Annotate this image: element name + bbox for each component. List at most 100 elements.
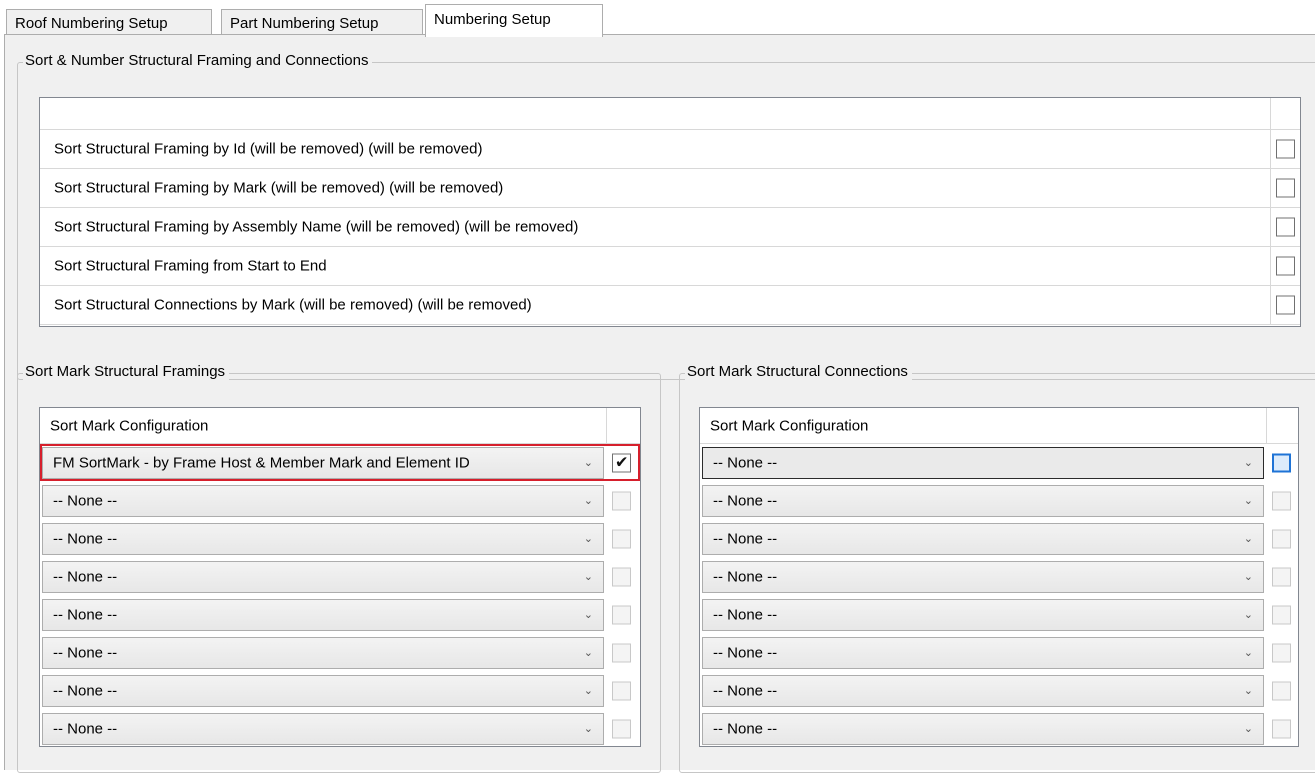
sort-number-grid: Sort Structural Framing by Id (will be r… [39, 97, 1301, 327]
column-separator [1270, 208, 1271, 246]
chevron-down-icon[interactable]: ⌄ [1244, 646, 1253, 659]
framing-dropdown-value: -- None -- [53, 568, 118, 586]
framing-sort-mark-dropdown[interactable]: -- None -- ⌄ [42, 523, 604, 555]
connection-sort-mark-dropdown[interactable]: -- None -- ⌄ [702, 561, 1264, 593]
framing-row: -- None -- ⌄ [40, 672, 640, 710]
framing-row: FM SortMark - by Frame Host & Member Mar… [40, 444, 640, 482]
sort-option-row: Sort Structural Framing by Assembly Name… [40, 208, 1300, 247]
connection-row: -- None -- ⌄ [700, 444, 1298, 482]
tab-numbering-setup[interactable]: Numbering Setup [425, 4, 603, 37]
tab-roof-numbering-setup[interactable]: Roof Numbering Setup [6, 9, 212, 36]
connections-grid: Sort Mark Configuration -- None -- ⌄ -- No… [699, 407, 1299, 747]
chevron-down-icon[interactable]: ⌄ [584, 684, 593, 697]
framing-enable-checkbox[interactable] [612, 681, 631, 701]
chevron-down-icon[interactable]: ⌄ [1244, 570, 1253, 583]
framing-enable-checkbox[interactable] [612, 529, 631, 549]
framing-enable-checkbox[interactable] [612, 719, 631, 739]
chevron-down-icon[interactable]: ⌄ [584, 570, 593, 583]
framing-enable-checkbox[interactable] [612, 605, 631, 625]
framing-dropdown-value: -- None -- [53, 644, 118, 662]
connection-enable-checkbox[interactable] [1272, 491, 1291, 511]
connection-sort-mark-dropdown[interactable]: -- None -- ⌄ [702, 599, 1264, 631]
connection-row: -- None -- ⌄ [700, 482, 1298, 520]
connection-enable-checkbox[interactable] [1272, 605, 1291, 625]
framings-grid-header: Sort Mark Configuration [40, 408, 640, 444]
sort-option-row: Sort Structural Framing from Start to En… [40, 247, 1300, 286]
chevron-down-icon[interactable]: ⌄ [1244, 456, 1253, 469]
framing-enable-checkbox[interactable] [612, 643, 631, 663]
column-separator [1270, 130, 1271, 168]
framings-header-label: Sort Mark Configuration [50, 417, 209, 434]
sort-option-label: Sort Structural Framing by Id (will be r… [54, 140, 483, 158]
connection-row: -- None -- ⌄ [700, 558, 1298, 596]
framings-grid: Sort Mark Configuration FM SortMark - by… [39, 407, 641, 747]
connection-enable-checkbox[interactable] [1272, 567, 1291, 587]
framing-sort-mark-dropdown[interactable]: -- None -- ⌄ [42, 713, 604, 745]
sort-option-label: Sort Structural Framing by Mark (will be… [54, 179, 504, 197]
connection-dropdown-value: -- None -- [713, 606, 778, 624]
framing-sort-mark-dropdown[interactable]: -- None -- ⌄ [42, 599, 604, 631]
column-separator [1270, 247, 1271, 285]
connection-dropdown-value: -- None -- [713, 644, 778, 662]
connection-row: -- None -- ⌄ [700, 596, 1298, 634]
framing-row: -- None -- ⌄ [40, 520, 640, 558]
connection-enable-checkbox[interactable] [1272, 453, 1291, 473]
connection-sort-mark-dropdown[interactable]: -- None -- ⌄ [702, 637, 1264, 669]
chevron-down-icon[interactable]: ⌄ [584, 722, 593, 735]
sort-option-label: Sort Structural Framing by Assembly Name… [54, 218, 579, 236]
column-separator [1270, 286, 1271, 324]
connection-enable-checkbox[interactable] [1272, 529, 1291, 549]
column-separator [1266, 408, 1267, 443]
framings-group-title: Sort Mark Structural Framings [23, 363, 230, 380]
sort-option-checkbox[interactable] [1276, 256, 1295, 276]
connection-dropdown-value: -- None -- [713, 720, 778, 738]
sort-option-row: Sort Structural Framing by Id (will be r… [40, 130, 1300, 169]
framing-dropdown-value: FM SortMark - by Frame Host & Member Mar… [53, 454, 470, 472]
connection-sort-mark-dropdown[interactable]: -- None -- ⌄ [702, 485, 1264, 517]
chevron-down-icon[interactable]: ⌄ [1244, 494, 1253, 507]
chevron-down-icon[interactable]: ⌄ [584, 456, 593, 469]
chevron-down-icon[interactable]: ⌄ [1244, 532, 1253, 545]
grid-header-row [40, 98, 1300, 130]
sort-option-checkbox[interactable] [1276, 217, 1295, 237]
framing-sort-mark-dropdown[interactable]: -- None -- ⌄ [42, 485, 604, 517]
connection-sort-mark-dropdown[interactable]: -- None -- ⌄ [702, 713, 1264, 745]
connection-dropdown-value: -- None -- [713, 682, 778, 700]
connection-dropdown-value: -- None -- [713, 492, 778, 510]
framing-enable-checkbox[interactable] [612, 567, 631, 587]
sort-option-checkbox[interactable] [1276, 139, 1295, 159]
framing-row: -- None -- ⌄ [40, 558, 640, 596]
connection-enable-checkbox[interactable] [1272, 643, 1291, 663]
framing-enable-checkbox[interactable] [612, 491, 631, 511]
framing-sort-mark-dropdown[interactable]: FM SortMark - by Frame Host & Member Mar… [42, 447, 604, 479]
sort-option-checkbox[interactable] [1276, 295, 1295, 315]
framing-enable-checkbox[interactable] [612, 453, 631, 473]
column-separator [1270, 98, 1271, 129]
framing-sort-mark-dropdown[interactable]: -- None -- ⌄ [42, 675, 604, 707]
connection-dropdown-value: -- None -- [713, 568, 778, 586]
framing-row: -- None -- ⌄ [40, 710, 640, 748]
connection-row: -- None -- ⌄ [700, 672, 1298, 710]
framing-sort-mark-dropdown[interactable]: -- None -- ⌄ [42, 637, 604, 669]
chevron-down-icon[interactable]: ⌄ [584, 494, 593, 507]
chevron-down-icon[interactable]: ⌄ [584, 646, 593, 659]
connection-row: -- None -- ⌄ [700, 520, 1298, 558]
framing-dropdown-value: -- None -- [53, 682, 118, 700]
sort-option-checkbox[interactable] [1276, 178, 1295, 198]
connection-sort-mark-dropdown[interactable]: -- None -- ⌄ [702, 523, 1264, 555]
tab-part-numbering-setup[interactable]: Part Numbering Setup [221, 9, 423, 36]
chevron-down-icon[interactable]: ⌄ [1244, 722, 1253, 735]
chevron-down-icon[interactable]: ⌄ [584, 608, 593, 621]
chevron-down-icon[interactable]: ⌄ [1244, 684, 1253, 697]
framing-dropdown-value: -- None -- [53, 492, 118, 510]
chevron-down-icon[interactable]: ⌄ [1244, 608, 1253, 621]
framing-sort-mark-dropdown[interactable]: -- None -- ⌄ [42, 561, 604, 593]
connection-enable-checkbox[interactable] [1272, 719, 1291, 739]
connection-sort-mark-dropdown[interactable]: -- None -- ⌄ [702, 675, 1264, 707]
connection-sort-mark-dropdown[interactable]: -- None -- ⌄ [702, 447, 1264, 479]
sort-option-row: Sort Structural Framing by Mark (will be… [40, 169, 1300, 208]
connections-grid-header: Sort Mark Configuration [700, 408, 1298, 444]
chevron-down-icon[interactable]: ⌄ [584, 532, 593, 545]
connection-enable-checkbox[interactable] [1272, 681, 1291, 701]
column-separator [1270, 169, 1271, 207]
